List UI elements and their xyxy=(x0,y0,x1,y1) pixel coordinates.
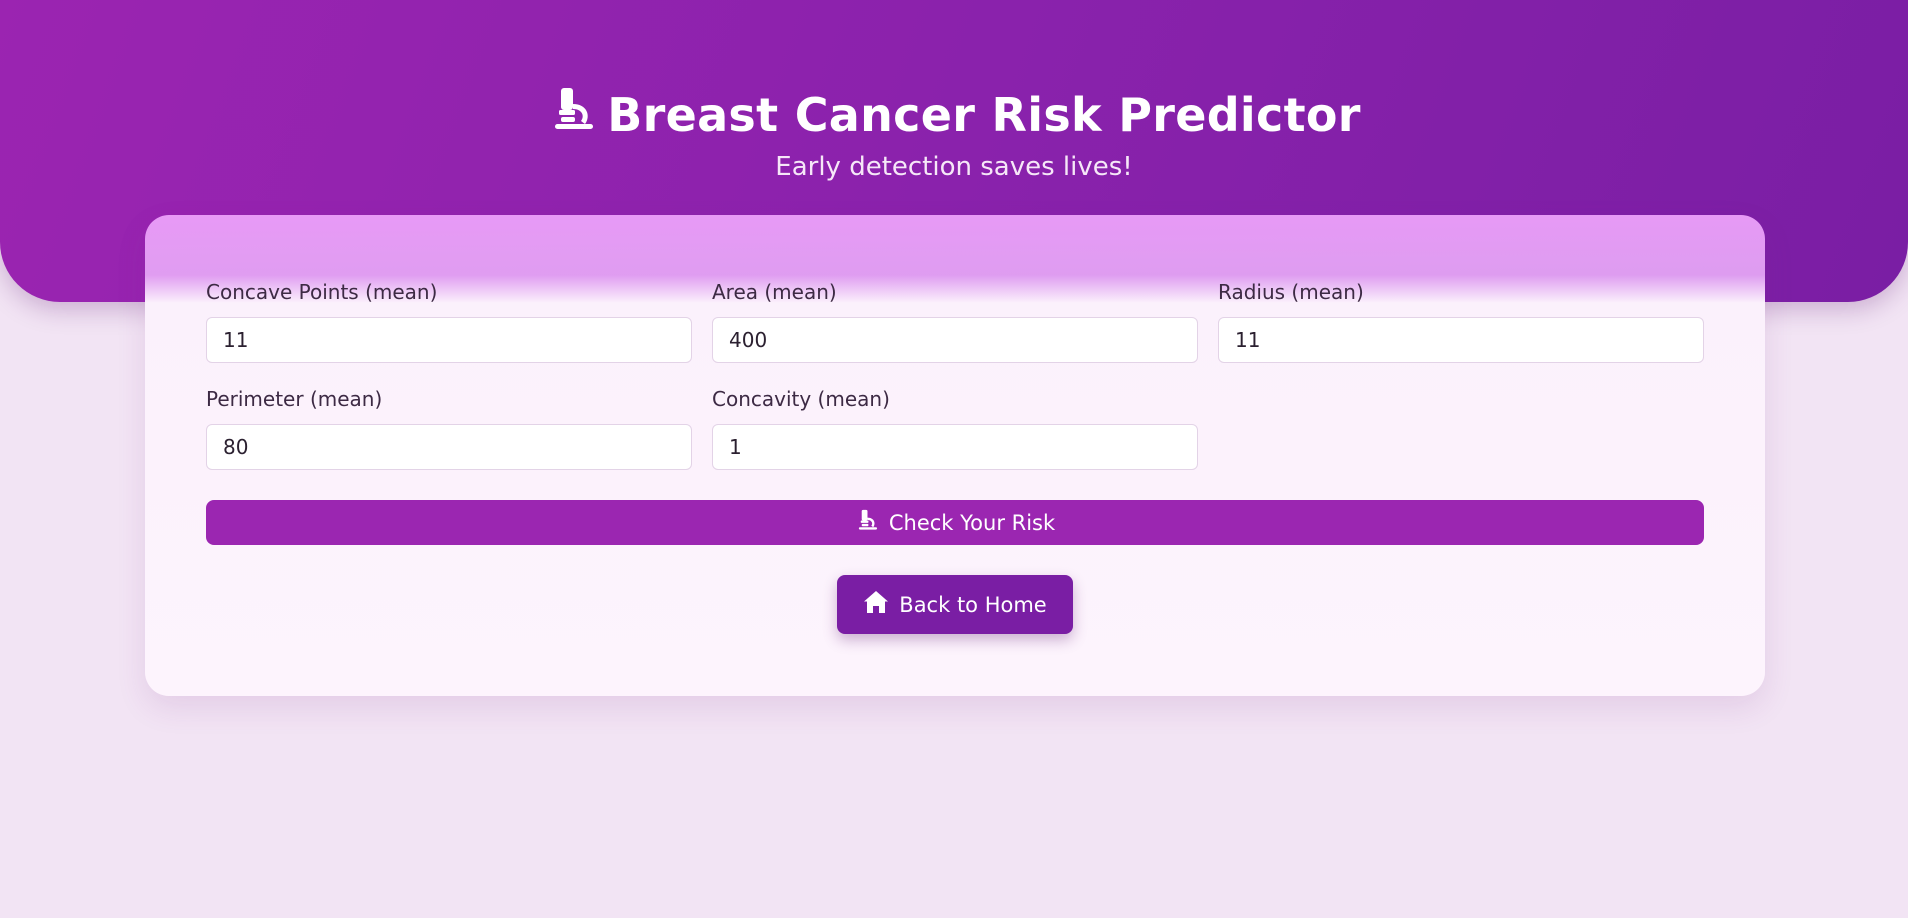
page-subtitle: Early detection saves lives! xyxy=(775,152,1133,182)
back-to-home-button[interactable]: Back to Home xyxy=(837,575,1073,634)
concave-points-field: Concave Points (mean) xyxy=(206,277,692,363)
microscope-icon xyxy=(547,84,597,145)
area-field: Area (mean) xyxy=(712,277,1198,363)
check-risk-button-label: Check Your Risk xyxy=(888,510,1056,535)
area-input[interactable] xyxy=(712,317,1198,363)
concave-points-input[interactable] xyxy=(206,317,692,363)
perimeter-input[interactable] xyxy=(206,424,692,470)
page-title: Breast Cancer Risk Predictor xyxy=(0,84,1908,145)
perimeter-label: Perimeter (mean) xyxy=(206,387,383,411)
radius-field: Radius (mean) xyxy=(1218,277,1704,363)
area-label: Area (mean) xyxy=(712,280,837,304)
check-risk-button[interactable]: Check Your Risk xyxy=(206,500,1704,545)
page-title-text: Breast Cancer Risk Predictor xyxy=(607,87,1361,142)
prediction-form-card: Concave Points (mean) Area (mean) Radius… xyxy=(145,215,1765,696)
radius-label: Radius (mean) xyxy=(1218,280,1364,304)
concavity-field: Concavity (mean) xyxy=(712,384,1198,470)
concavity-input[interactable] xyxy=(712,424,1198,470)
home-icon xyxy=(863,590,889,619)
back-to-home-label: Back to Home xyxy=(899,592,1047,617)
perimeter-field: Perimeter (mean) xyxy=(206,384,692,470)
concave-points-label: Concave Points (mean) xyxy=(206,280,438,304)
concavity-label: Concavity (mean) xyxy=(712,387,890,411)
microscope-icon xyxy=(855,508,879,537)
radius-input[interactable] xyxy=(1218,317,1704,363)
